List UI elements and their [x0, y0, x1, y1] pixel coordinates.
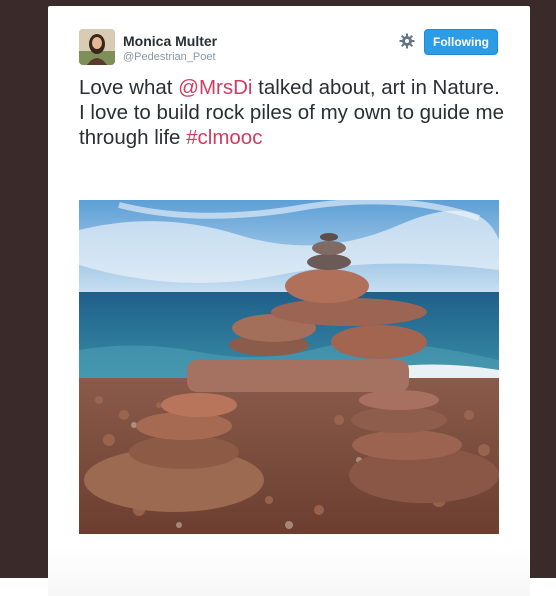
tweet-card: Monica Multer @Pedestrian_Poet Following	[48, 6, 530, 596]
hashtag-link[interactable]: #clmooc	[186, 126, 262, 149]
tweet-text: Love what @MrsDi talked about, art in Na…	[79, 75, 509, 150]
card-footer-fade	[48, 546, 530, 596]
mention-link[interactable]: @MrsDi	[178, 76, 252, 99]
author-name[interactable]: Monica Multer	[123, 33, 217, 49]
tweet-header: Monica Multer @Pedestrian_Poet Following	[79, 29, 499, 69]
tweet-photo[interactable]	[79, 200, 499, 534]
tweet-text-part-1: Love what	[79, 76, 179, 99]
author-handle[interactable]: @Pedestrian_Poet	[123, 51, 216, 63]
gear-icon[interactable]	[398, 32, 416, 50]
avatar[interactable]	[79, 29, 115, 65]
following-button[interactable]: Following	[424, 29, 498, 55]
